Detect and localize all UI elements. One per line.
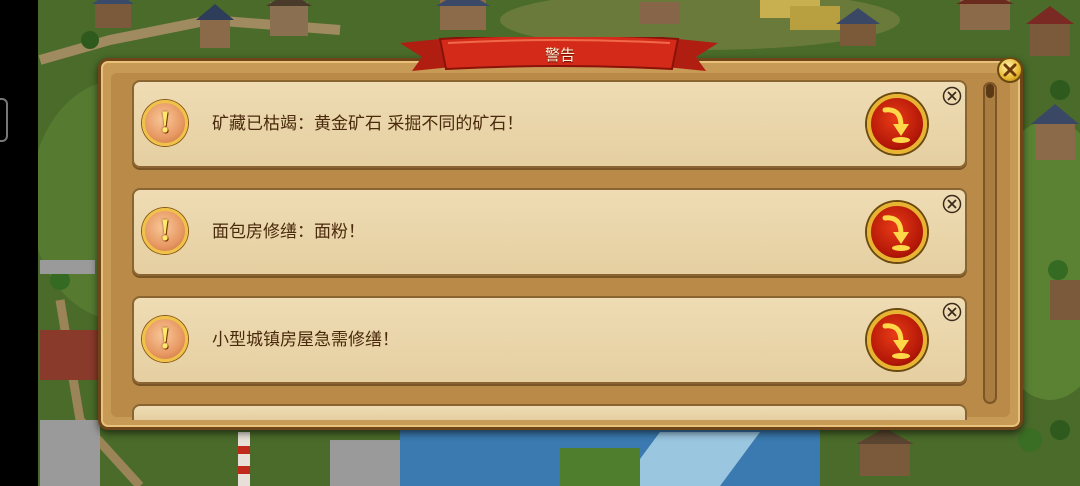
- goto-arrow-icon: [882, 215, 910, 251]
- alert-row[interactable]: ! 矿藏已枯竭：黄金矿石 采掘不同的矿石！: [132, 80, 967, 168]
- close-icon: [1003, 63, 1017, 77]
- scrollbar[interactable]: [983, 82, 997, 404]
- dismiss-icon[interactable]: [942, 194, 962, 214]
- goto-arrow-icon: [882, 107, 910, 143]
- alert-row[interactable]: ! 小型城镇房屋急需修缮！: [132, 296, 967, 384]
- goto-location-button[interactable]: [867, 94, 927, 154]
- alert-row[interactable]: ! 面包房修缮：面粉！: [132, 188, 967, 276]
- dismiss-icon[interactable]: [942, 302, 962, 322]
- alert-message: 矿藏已枯竭：黄金矿石 采掘不同的矿石！: [212, 114, 524, 134]
- warning-icon: !: [142, 316, 188, 362]
- alert-row-partial[interactable]: [132, 404, 967, 420]
- alert-message: 面包房修缮：面粉！: [212, 222, 365, 242]
- scrollbar-thumb[interactable]: [986, 84, 994, 98]
- alert-message: 小型城镇房屋急需修缮！: [212, 330, 399, 350]
- close-button[interactable]: [997, 57, 1023, 83]
- system-side-bar: [0, 0, 38, 486]
- dialog-title: 警告: [544, 46, 575, 64]
- dismiss-icon[interactable]: [942, 86, 962, 106]
- goto-location-button[interactable]: [867, 202, 927, 262]
- warning-icon: !: [142, 100, 188, 146]
- warning-icon: !: [142, 208, 188, 254]
- goto-arrow-icon: [882, 323, 910, 359]
- edge-handle[interactable]: [0, 98, 8, 142]
- goto-location-button[interactable]: [867, 310, 927, 370]
